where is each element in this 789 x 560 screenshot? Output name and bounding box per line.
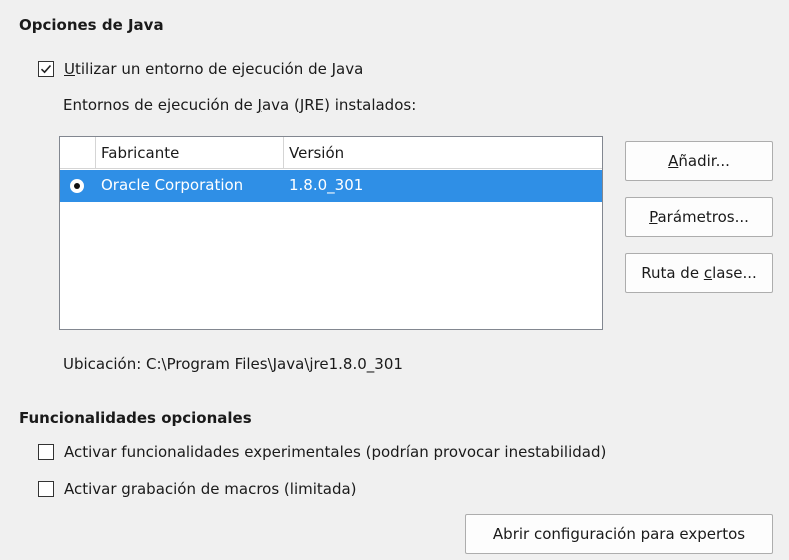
radio-selected-dot xyxy=(74,183,80,189)
classpath-button-label-pre: Ruta de xyxy=(641,264,704,282)
column-header-vendor[interactable]: Fabricante xyxy=(96,137,284,169)
macro-recording-label: Activar grabación de macros (limitada) xyxy=(64,480,357,498)
classpath-button-label: lase... xyxy=(712,264,757,282)
table-row[interactable]: Oracle Corporation 1.8.0_301 xyxy=(60,170,602,202)
optional-features-heading: Funcionalidades opcionales xyxy=(19,409,252,427)
jre-location-text: Ubicación: C:\Program Files\Java\jre1.8.… xyxy=(63,355,403,373)
jre-radio-button[interactable] xyxy=(70,179,84,193)
vendor-cell: Oracle Corporation xyxy=(101,176,244,194)
column-header-version[interactable]: Versión xyxy=(284,137,602,169)
use-jre-checkbox[interactable] xyxy=(38,61,54,77)
parameters-button-label: arámetros... xyxy=(657,208,749,226)
installed-jre-label: Entornos de ejecución de Java (JRE) inst… xyxy=(63,96,416,114)
installed-jre-label-post: ava (JRE) instalados: xyxy=(261,96,417,114)
expert-configuration-button[interactable]: Abrir configuración para expertos xyxy=(465,514,773,554)
use-jre-checkbox-row[interactable]: Utilizar un entorno de ejecución de Java xyxy=(38,60,418,82)
version-cell: 1.8.0_301 xyxy=(289,176,364,194)
java-options-heading: Opciones de Java xyxy=(19,16,164,34)
jre-table[interactable]: Fabricante Versión Oracle Corporation 1.… xyxy=(59,136,603,330)
experimental-features-label: Activar funcionalidades experimentales (… xyxy=(64,443,607,461)
column-header-version-label: Versión xyxy=(289,144,345,162)
checkmark-icon xyxy=(40,64,52,74)
macro-recording-row[interactable]: Activar grabación de macros (limitada) xyxy=(38,480,438,502)
experimental-features-checkbox[interactable] xyxy=(38,444,54,460)
column-header-select[interactable] xyxy=(60,137,96,169)
classpath-button-mnemonic: c xyxy=(703,264,713,282)
column-header-vendor-label: Fabricante xyxy=(101,144,180,162)
macro-recording-checkbox[interactable] xyxy=(38,481,54,497)
add-button-mnemonic: A xyxy=(668,152,679,170)
use-jre-label-text: tilizar un entorno de ejecución de Java xyxy=(74,60,364,78)
classpath-button[interactable]: Ruta de clase... xyxy=(625,253,773,293)
installed-jre-label-pre: Entornos de ejecución de xyxy=(63,96,258,114)
experimental-features-row[interactable]: Activar funcionalidades experimentales (… xyxy=(38,443,698,465)
add-button-label: ñadir... xyxy=(678,152,730,170)
parameters-button[interactable]: Parámetros... xyxy=(625,197,773,237)
add-button[interactable]: Añadir... xyxy=(625,141,773,181)
use-jre-label: Utilizar un entorno de ejecución de Java xyxy=(64,60,363,78)
use-jre-mnemonic: U xyxy=(64,60,75,78)
